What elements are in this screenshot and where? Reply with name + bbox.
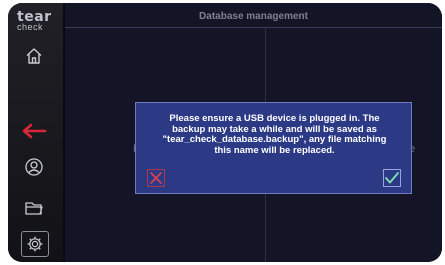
folder-icon — [25, 202, 43, 215]
folder-button[interactable] — [20, 195, 48, 221]
home-button[interactable] — [20, 43, 48, 69]
back-arrow-icon — [22, 123, 47, 139]
close-icon — [150, 172, 162, 184]
confirm-button[interactable] — [383, 169, 401, 187]
patient-button[interactable] — [20, 154, 48, 180]
checkmark-icon — [385, 172, 399, 184]
cancel-button[interactable] — [147, 169, 165, 187]
settings-icon — [27, 236, 43, 252]
home-icon — [26, 48, 42, 64]
app-logo: tear check — [17, 10, 57, 32]
dialog-message: Please ensure a USB device is plugged in… — [162, 113, 387, 156]
backup-confirm-dialog: Please ensure a USB device is plugged in… — [135, 102, 412, 194]
back-button[interactable] — [20, 118, 48, 144]
settings-button[interactable] — [21, 231, 49, 257]
patient-icon — [25, 158, 43, 176]
page-title: Database management — [199, 11, 308, 22]
sidebar: tear check — [8, 3, 63, 262]
header-divider — [65, 27, 442, 28]
device-frame: tear check Database management e Please … — [8, 3, 442, 262]
